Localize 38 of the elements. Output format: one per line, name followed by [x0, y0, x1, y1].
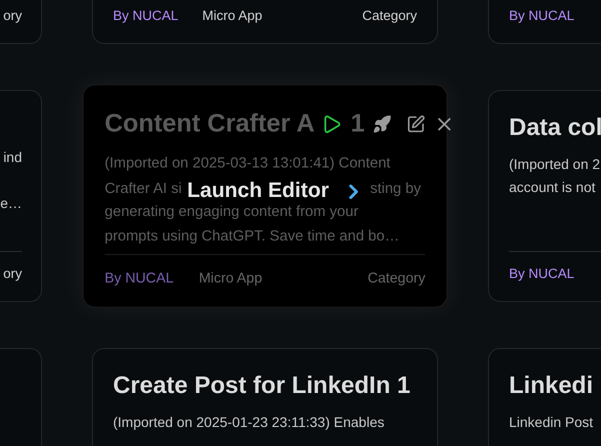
- card-description: generating engaging content from your: [104, 202, 358, 220]
- card-description: prompts using ChatGPT. Save time and bo…: [104, 226, 400, 244]
- card-description: (Imported on 2: [509, 156, 600, 172]
- author-label: By NUCAL: [509, 7, 574, 25]
- category-label: ory: [3, 7, 22, 25]
- type-label: Micro App: [202, 7, 262, 25]
- card-description: account is not: [509, 179, 596, 195]
- card-title: Data col: [509, 114, 601, 141]
- card-title: Content Crafter A: [104, 110, 315, 138]
- rocket-icon: [373, 114, 392, 134]
- card-description: Linkedin Post: [509, 414, 594, 430]
- author-label: By NUCAL: [509, 265, 574, 283]
- card-description: (Imported on 2025-03-13 13:01:41) Content: [104, 154, 390, 171]
- edit-icon: [406, 114, 426, 134]
- launch-editor-button[interactable]: Launch Editor: [184, 179, 367, 204]
- app-card[interactable]: Data col (Imported on 2 account is not By NUCAL: [488, 90, 601, 302]
- card-description: (Imported on 2025-01-23 23:11:33) Enables: [113, 413, 386, 432]
- app-card[interactable]: By NUCAL Micro App Category: [92, 0, 438, 44]
- app-card[interactable]: ind e… ory: [0, 90, 42, 302]
- app-card[interactable]: ory: [0, 0, 42, 44]
- category-label: ory: [3, 265, 22, 283]
- category-label: Category: [368, 268, 426, 288]
- card-description: Crafter AI si: [104, 178, 182, 196]
- app-card[interactable]: Linkedi Linkedin Post: [488, 348, 601, 446]
- card-title: Create Post for LinkedIn 1: [113, 372, 410, 399]
- edit-button[interactable]: [406, 114, 426, 134]
- type-label: Micro App: [198, 268, 262, 288]
- author-label: By NUCAL: [104, 268, 174, 288]
- card-description: ind: [3, 149, 22, 165]
- app-card[interactable]: Create Post for LinkedIn 1 (Imported on 2025-01-23 23:11:33) Enables: [92, 348, 438, 446]
- rocket-button[interactable]: [373, 114, 392, 134]
- app-card[interactable]: By NUCAL: [488, 0, 601, 44]
- card-title: Linkedi: [509, 372, 594, 399]
- category-label: Category: [362, 7, 417, 25]
- card-description: e…: [0, 195, 22, 211]
- author-label: By NUCAL: [113, 7, 178, 25]
- card-title: 1: [350, 108, 365, 140]
- card-description: sting by: [370, 178, 421, 196]
